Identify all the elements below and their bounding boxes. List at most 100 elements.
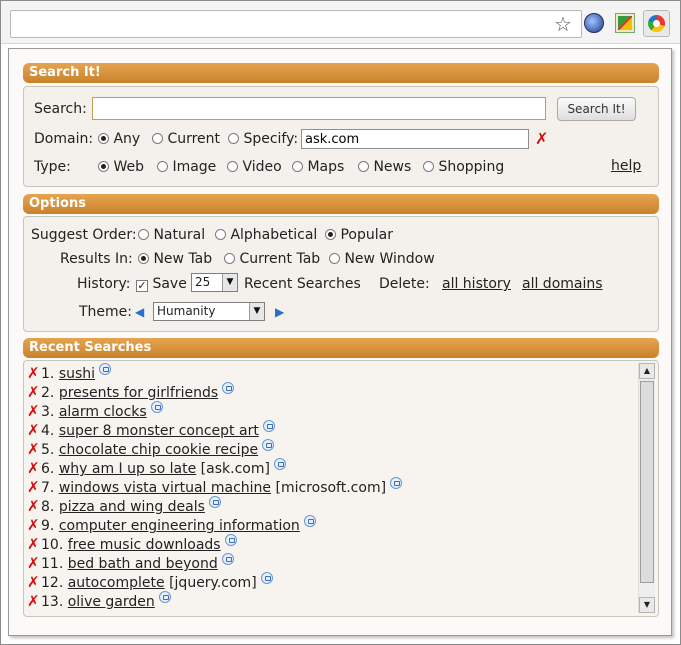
delete-item-icon[interactable]: ✗: [27, 421, 41, 440]
search-term-link[interactable]: why am I up so late: [59, 461, 196, 477]
theme-select[interactable]: Humanity ▼: [153, 302, 265, 321]
recent-searches-scrollbar[interactable]: ▲ ▼: [638, 363, 655, 613]
help-link[interactable]: help: [611, 158, 641, 174]
results-new-window-radio[interactable]: [329, 253, 340, 264]
delete-item-icon[interactable]: ✗: [27, 535, 41, 554]
search-again-icon[interactable]: [158, 591, 171, 603]
type-option-shopping[interactable]: Shopping: [423, 159, 504, 175]
search-again-icon[interactable]: [99, 363, 112, 375]
specify-domain-input[interactable]: [301, 129, 529, 149]
search-again-icon[interactable]: [262, 439, 275, 451]
search-term-link[interactable]: pizza and wing deals: [59, 499, 205, 515]
delete-item-icon[interactable]: ✗: [27, 478, 41, 497]
clear-domain-icon[interactable]: ✗: [535, 129, 548, 148]
type-shopping-radio[interactable]: [423, 161, 434, 172]
search-term-link[interactable]: windows vista virtual machine: [59, 480, 271, 496]
domain-option-current[interactable]: Current: [152, 131, 220, 147]
domain-current-radio[interactable]: [152, 133, 163, 144]
search-again-icon[interactable]: [221, 553, 234, 565]
item-number: 12.: [41, 575, 64, 591]
results-option-new-window[interactable]: New Window: [329, 251, 435, 267]
domain-option-any[interactable]: Any: [98, 131, 140, 147]
type-option-video[interactable]: Video: [227, 159, 282, 175]
type-option-news[interactable]: News: [358, 159, 411, 175]
search-again-icon[interactable]: [390, 477, 403, 489]
scrollbar-thumb[interactable]: [640, 381, 654, 583]
item-number: 9.: [41, 518, 55, 534]
delete-item-icon[interactable]: ✗: [27, 573, 41, 592]
suggest-natural-radio[interactable]: [138, 229, 149, 240]
delete-item-icon[interactable]: ✗: [27, 459, 41, 478]
search-term-link[interactable]: olive garden: [68, 594, 155, 610]
delete-all-history-link[interactable]: all history: [442, 276, 511, 292]
results-option-new-tab[interactable]: New Tab: [138, 251, 212, 267]
delete-item-icon[interactable]: ✗: [27, 516, 41, 535]
theme-next-icon[interactable]: ▶: [275, 305, 284, 319]
search-term-link[interactable]: bed bath and beyond: [68, 556, 218, 572]
type-web-radio[interactable]: [98, 161, 109, 172]
search-term-link[interactable]: super 8 monster concept art: [59, 423, 259, 439]
type-option-image[interactable]: Image: [157, 159, 216, 175]
search-again-icon[interactable]: [150, 401, 163, 413]
delete-item-icon[interactable]: ✗: [27, 402, 41, 421]
theme-dropdown-icon[interactable]: ▼: [249, 303, 264, 320]
search-input[interactable]: [92, 97, 546, 120]
search-again-icon[interactable]: [222, 382, 235, 394]
delete-item-icon[interactable]: ✗: [27, 554, 41, 573]
domain-specify-radio[interactable]: [228, 133, 239, 144]
address-bar[interactable]: [10, 10, 582, 38]
suggest-popular-radio[interactable]: [325, 229, 336, 240]
results-option-current-tab[interactable]: Current Tab: [224, 251, 320, 267]
search-again-icon[interactable]: [224, 534, 237, 546]
type-maps-radio[interactable]: [292, 161, 303, 172]
search-term-link[interactable]: presents for girlfriends: [59, 385, 218, 401]
results-in-label: Results In:: [60, 251, 133, 267]
suggest-option-natural[interactable]: Natural: [138, 227, 205, 243]
search-term-link[interactable]: free music downloads: [68, 537, 221, 553]
results-new-tab-radio[interactable]: [138, 253, 149, 264]
search-again-icon[interactable]: [273, 458, 286, 470]
results-current-tab-radio[interactable]: [224, 253, 235, 264]
search-term-link[interactable]: chocolate chip cookie recipe: [59, 442, 258, 458]
delete-item-icon[interactable]: ✗: [27, 440, 41, 459]
save-count-select[interactable]: 25 ▼: [191, 273, 238, 292]
theme-previous-icon[interactable]: ◀: [135, 305, 144, 319]
bookmark-star-icon[interactable]: ☆: [552, 13, 574, 35]
extension-search-it-icon[interactable]: [643, 10, 670, 37]
item-number: 11.: [41, 556, 64, 572]
type-image-radio[interactable]: [157, 161, 168, 172]
extension-globe-icon[interactable]: [584, 13, 604, 33]
list-item: ✗2. presents for girlfriends: [27, 382, 637, 401]
type-news-radio[interactable]: [358, 161, 369, 172]
type-video-radio[interactable]: [227, 161, 238, 172]
domain-option-specify[interactable]: Specify:: [228, 131, 298, 147]
delete-item-icon[interactable]: ✗: [27, 592, 41, 611]
search-it-button[interactable]: Search It!: [557, 97, 636, 121]
search-term-link[interactable]: autocomplete: [68, 575, 165, 591]
search-again-icon[interactable]: [303, 515, 316, 527]
type-option-web[interactable]: Web: [98, 159, 144, 175]
save-history-checkbox[interactable]: ✓: [136, 280, 148, 292]
delete-item-icon[interactable]: ✗: [27, 383, 41, 402]
suggest-alphabetical-radio[interactable]: [215, 229, 226, 240]
extension-map-icon[interactable]: [615, 13, 635, 33]
domain-any-radio[interactable]: [98, 133, 109, 144]
suggest-option-popular[interactable]: Popular: [325, 227, 393, 243]
search-again-icon[interactable]: [262, 420, 275, 432]
save-count-dropdown-icon[interactable]: ▼: [222, 274, 237, 291]
search-again-icon[interactable]: [260, 572, 273, 584]
scroll-down-icon[interactable]: ▼: [639, 597, 655, 613]
delete-item-icon[interactable]: ✗: [27, 497, 41, 516]
search-term-link[interactable]: computer engineering information: [59, 518, 300, 534]
scroll-up-icon[interactable]: ▲: [639, 363, 655, 379]
search-again-icon[interactable]: [208, 496, 221, 508]
delete-all-domains-link[interactable]: all domains: [522, 276, 603, 292]
search-term-link[interactable]: sushi: [59, 366, 95, 382]
suggest-option-alphabetical[interactable]: Alphabetical: [215, 227, 317, 243]
save-history-option[interactable]: ✓ Save: [136, 276, 187, 292]
browser-toolbar: ☆: [1, 1, 680, 44]
delete-item-icon[interactable]: ✗: [27, 364, 41, 383]
type-option-maps[interactable]: Maps: [292, 159, 344, 175]
options-section-header: Options: [23, 194, 659, 214]
search-term-link[interactable]: alarm clocks: [59, 404, 147, 420]
